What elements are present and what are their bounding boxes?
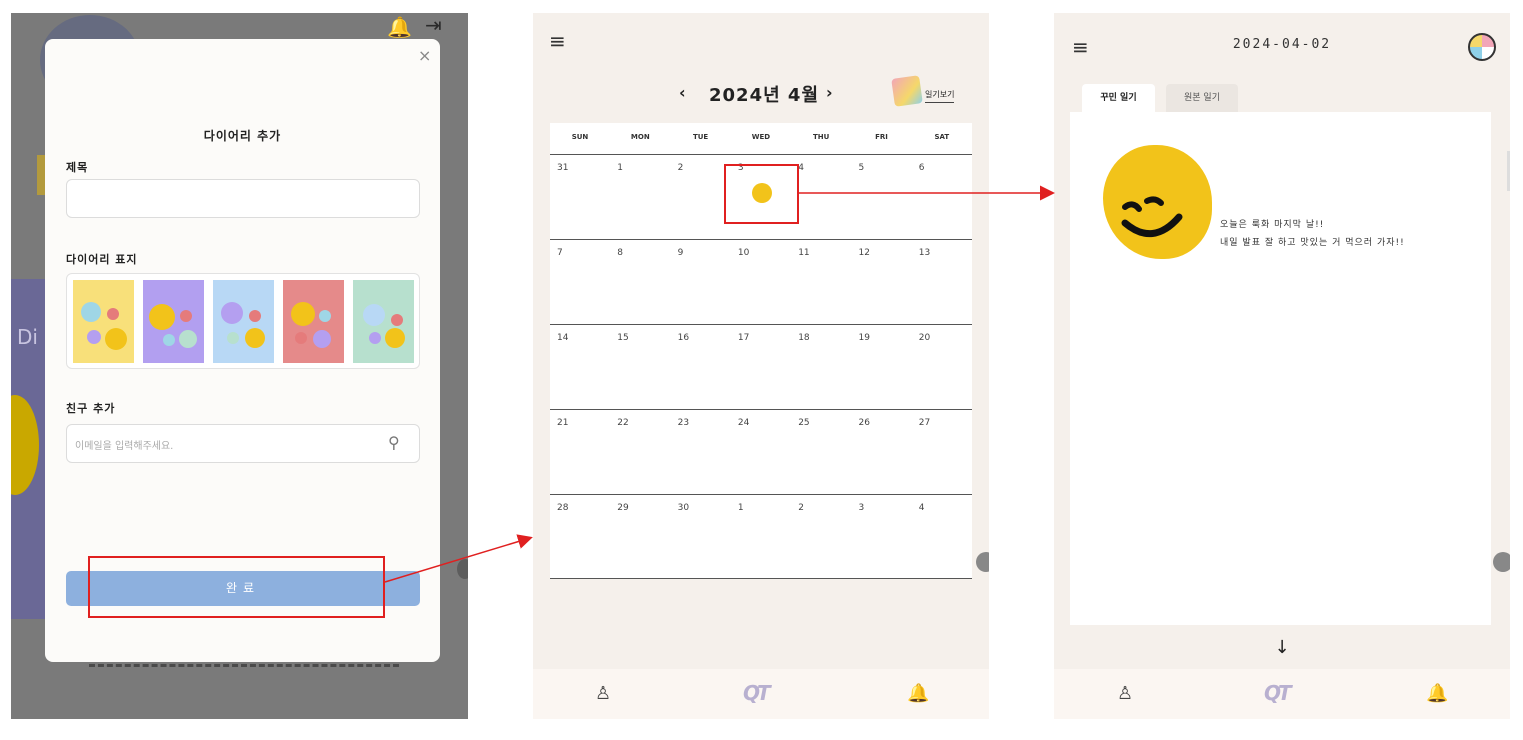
arrow-modal-to-calendar: [384, 534, 533, 583]
flow-arrows: [384, 185, 1055, 583]
